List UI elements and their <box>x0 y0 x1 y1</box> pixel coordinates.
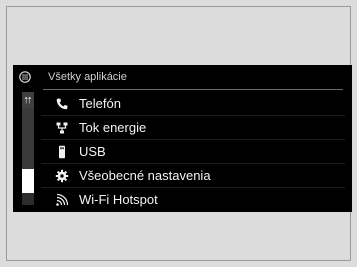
item-label: USB <box>79 144 106 159</box>
infotainment-screen: Všetky aplikácie ⮅ Telefón Tok energie U… <box>13 65 352 212</box>
gear-icon <box>55 169 69 183</box>
usb-icon <box>59 145 65 159</box>
apps-list: Telefón Tok energie USB Všeobecné nastav… <box>41 92 345 212</box>
wifi-hotspot-icon <box>56 193 69 206</box>
page-title: Všetky aplikácie <box>48 71 127 83</box>
list-item-vseobecne-nastavenia[interactable]: Všeobecné nastavenia <box>41 164 345 188</box>
item-label: Všeobecné nastavenia <box>79 168 211 183</box>
scrollbar[interactable]: ⮅ <box>22 92 34 205</box>
scroll-thumb[interactable] <box>22 169 34 193</box>
item-label: Telefón <box>79 96 121 111</box>
item-label: Tok energie <box>79 120 147 135</box>
apps-grid-icon[interactable] <box>19 71 31 83</box>
list-item-telefon[interactable]: Telefón <box>41 92 345 116</box>
item-label: Wi-Fi Hotspot <box>79 192 158 207</box>
phone-icon <box>56 98 68 110</box>
list-item-wifi-hotspot[interactable]: Wi-Fi Hotspot <box>41 188 345 212</box>
energy-flow-icon <box>56 122 68 134</box>
list-item-tok-energie[interactable]: Tok energie <box>41 116 345 140</box>
header-divider <box>43 89 343 90</box>
list-item-usb[interactable]: USB <box>41 140 345 164</box>
figure-frame: Všetky aplikácie ⮅ Telefón Tok energie U… <box>6 6 352 261</box>
scroll-up-icon: ⮅ <box>24 95 32 105</box>
scroll-top-button[interactable]: ⮅ <box>22 92 34 108</box>
scroll-track-end <box>22 193 34 205</box>
list-header: Všetky aplikácie <box>13 68 352 90</box>
